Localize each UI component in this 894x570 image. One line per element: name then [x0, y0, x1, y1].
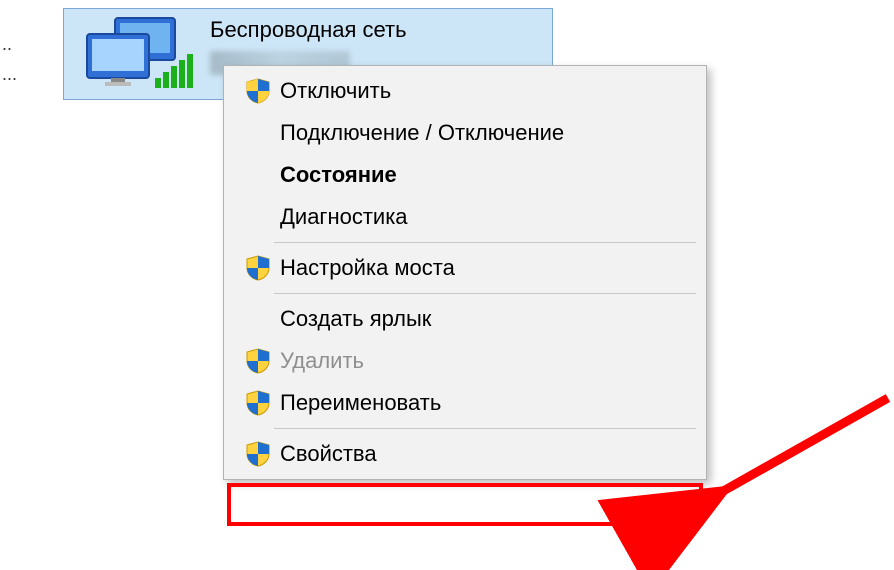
menu-label: Удалить: [280, 348, 364, 374]
menu-separator: [274, 428, 696, 429]
truncated-text: ..: [2, 35, 12, 53]
menu-item-create-shortcut[interactable]: Создать ярлык: [226, 298, 704, 340]
menu-label: Настройка моста: [280, 255, 455, 281]
adapter-title: Беспроводная сеть: [210, 17, 407, 43]
annotation-highlight-box: [227, 483, 703, 526]
menu-label: Свойства: [280, 441, 377, 467]
menu-label: Переименовать: [280, 390, 441, 416]
menu-label: Состояние: [280, 162, 397, 188]
menu-item-status[interactable]: Состояние: [226, 154, 704, 196]
menu-label: Создать ярлык: [280, 306, 431, 332]
menu-separator: [274, 293, 696, 294]
menu-item-diagnose[interactable]: Диагностика: [226, 196, 704, 238]
menu-separator: [274, 242, 696, 243]
network-adapter-icon: [72, 15, 200, 95]
menu-item-delete[interactable]: Удалить: [226, 340, 704, 382]
menu-label: Диагностика: [280, 204, 408, 230]
menu-label: Отключить: [280, 78, 391, 104]
shield-icon: [236, 390, 280, 416]
menu-item-properties[interactable]: Свойства: [226, 433, 704, 475]
shield-icon: [236, 348, 280, 374]
truncated-text: ...: [2, 65, 17, 83]
shield-icon: [236, 78, 280, 104]
shield-icon: [236, 441, 280, 467]
menu-item-rename[interactable]: Переименовать: [226, 382, 704, 424]
menu-label: Подключение / Отключение: [280, 120, 564, 146]
menu-item-disable[interactable]: Отключить: [226, 70, 704, 112]
menu-item-bridge[interactable]: Настройка моста: [226, 247, 704, 289]
shield-icon: [236, 255, 280, 281]
menu-item-connect-disconnect[interactable]: Подключение / Отключение: [226, 112, 704, 154]
context-menu: Отключить Подключение / Отключение Состо…: [223, 65, 707, 480]
